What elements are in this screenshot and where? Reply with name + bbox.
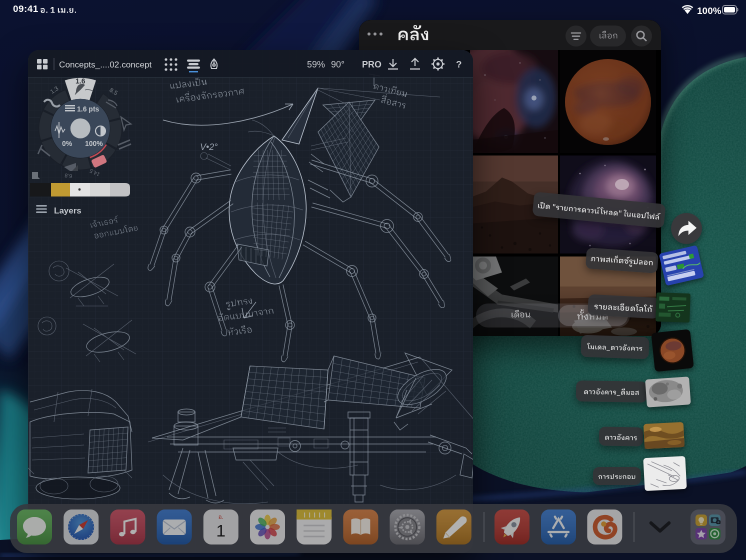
svg-text:อ.: อ.	[218, 515, 224, 521]
svg-text:100%: 100%	[697, 6, 722, 17]
svg-text:1: 1	[216, 522, 225, 541]
